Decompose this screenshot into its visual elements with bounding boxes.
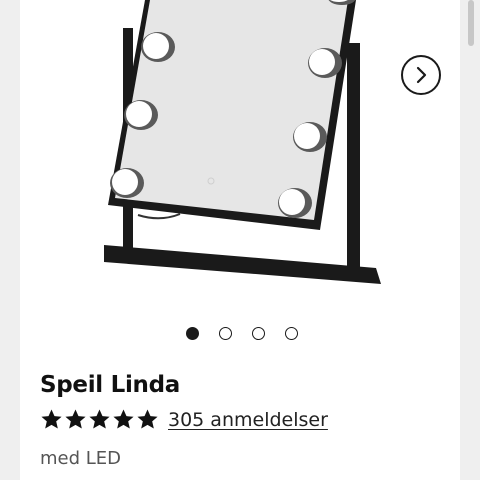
product-image[interactable] (20, 0, 461, 310)
star-icon (65, 409, 86, 429)
carousel-dot[interactable] (219, 327, 232, 340)
carousel-dot[interactable] (252, 327, 265, 340)
bulb (141, 32, 175, 62)
carousel-dots (186, 327, 298, 340)
product-title: Speil Linda (40, 372, 181, 398)
star-icon (89, 409, 110, 429)
carousel-dot[interactable] (285, 327, 298, 340)
bulb (278, 188, 312, 218)
star-icon (137, 409, 158, 429)
star-rating (40, 408, 159, 431)
bulb (308, 48, 342, 78)
product-subtitle: med LED (40, 448, 122, 469)
scrollbar[interactable] (460, 0, 480, 480)
scrollbar-thumb[interactable] (468, 0, 474, 46)
bulb (293, 122, 327, 152)
carousel-dot[interactable] (186, 327, 199, 340)
star-icon (113, 409, 134, 429)
stand-post-right (347, 43, 360, 275)
power-cable (137, 213, 181, 220)
mirror-base (104, 245, 381, 284)
chevron-right-icon (416, 66, 427, 84)
reviews-link[interactable]: 305 anmeldelser (168, 409, 328, 431)
next-slide-button[interactable] (401, 55, 441, 95)
rating-row: 305 anmeldelser (40, 408, 328, 431)
bulb (110, 168, 144, 198)
bulb (124, 100, 158, 130)
star-icon (41, 409, 62, 429)
